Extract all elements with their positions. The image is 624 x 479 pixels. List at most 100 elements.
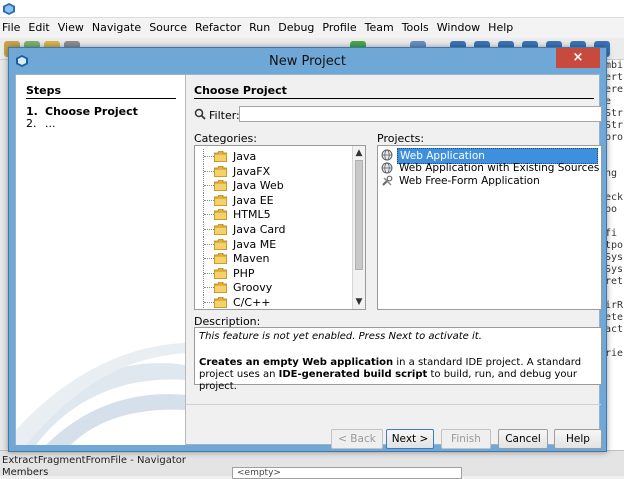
folder-icon — [214, 224, 227, 235]
code-line: ete — [605, 312, 624, 323]
menu-item-edit[interactable]: Edit — [24, 18, 53, 38]
code-line: act — [605, 324, 624, 335]
folder-icon — [214, 267, 227, 279]
cancel-button[interactable]: Cancel — [498, 429, 548, 449]
folder-icon — [214, 297, 227, 308]
close-button[interactable]: × — [556, 48, 600, 68]
finish-button[interactable]: Finish — [441, 429, 491, 449]
folder-icon — [214, 194, 227, 206]
category-item[interactable]: JavaFX — [199, 163, 349, 179]
code-line: irR — [605, 300, 624, 311]
category-label: JavaFX — [233, 164, 271, 178]
menu-item-run[interactable]: Run — [245, 18, 274, 38]
search-icon — [194, 108, 206, 120]
category-item[interactable]: Java — [199, 149, 349, 164]
steps-title: Steps — [26, 84, 62, 97]
scrollbar-thumb[interactable] — [355, 160, 363, 270]
category-label: Java ME — [233, 237, 277, 251]
menu-item-navigate[interactable]: Navigate — [88, 18, 145, 38]
menu-item-profile[interactable]: Profile — [318, 18, 360, 38]
menu-item-tools[interactable]: Tools — [398, 18, 433, 38]
globe-icon — [381, 162, 393, 174]
dialog-body: Steps 1. Choose Project 2.... Choose Proj… — [15, 74, 602, 449]
categories-tree[interactable]: C/C++ Groovy PHP Maven Java ME Java Card HTML5… — [194, 145, 366, 310]
category-item[interactable]: Maven — [199, 251, 349, 267]
category-item[interactable]: Groovy — [199, 280, 349, 296]
navigator-title: ExtractFragmentFromFile - Navigator — [2, 455, 186, 466]
menu-item-help[interactable]: Help — [484, 18, 517, 38]
code-line: po — [605, 204, 618, 215]
decorative-swoosh-graphic — [16, 343, 185, 445]
dialog-titlebar[interactable]: New Project × — [9, 48, 606, 74]
steps-panel: Steps 1. Choose Project 2.... — [16, 75, 186, 445]
step-number: 2. — [26, 117, 37, 130]
code-line: ret — [605, 276, 624, 287]
description-bold: IDE-generated build script — [278, 369, 428, 380]
code-line: Sys — [605, 264, 624, 275]
scroll-up-icon[interactable]: ▲ — [353, 146, 365, 160]
category-label: C/C++ — [233, 296, 271, 309]
help-button[interactable]: Help — [554, 429, 602, 449]
category-item[interactable]: HTML5 — [199, 207, 349, 223]
globe-icon — [381, 149, 393, 161]
category-label: Groovy — [233, 281, 273, 295]
members-combo[interactable]: <empty> — [232, 467, 462, 479]
code-line: pro — [605, 132, 624, 143]
filter-input[interactable] — [239, 106, 602, 122]
menu-item-refactor[interactable]: Refactor — [191, 18, 245, 38]
filter-label: Filter: — [209, 109, 240, 122]
code-line: tpo — [605, 240, 624, 251]
menu-item-debug[interactable]: Debug — [274, 18, 318, 38]
categories-scrollbar[interactable]: ▲ ▼ — [352, 146, 365, 309]
category-label: PHP — [233, 266, 255, 280]
code-line: ere — [605, 84, 624, 95]
page-title: Choose Project — [194, 84, 287, 97]
folder-icon — [214, 165, 227, 177]
navigator-panel: ExtractFragmentFromFile - Navigator Memb… — [0, 450, 624, 479]
category-item[interactable]: Java ME — [199, 236, 349, 252]
code-line: rie — [605, 348, 624, 359]
menu-item-view[interactable]: View — [54, 18, 88, 38]
folder-icon — [214, 282, 227, 294]
code-editor[interactable]: mbi ert ere e Str Str pro ng eck po fi tpo Sys Sys r… — [604, 60, 624, 450]
category-label: Java Card — [233, 223, 286, 236]
folder-icon — [214, 180, 227, 192]
tools-icon — [382, 175, 393, 186]
category-item[interactable]: Java Card — [199, 222, 349, 237]
menu-item-file[interactable]: File — [0, 18, 24, 38]
back-button[interactable]: < Back — [331, 429, 383, 449]
code-line: Str — [605, 120, 624, 131]
menu-item-source[interactable]: Source — [145, 18, 191, 38]
folder-icon — [214, 253, 227, 265]
projects-list[interactable]: Web Application Web Application with Exis… — [377, 145, 602, 310]
netbeans-logo-icon — [3, 3, 15, 15]
category-label: Maven — [233, 252, 270, 266]
divider — [26, 98, 176, 99]
menu-item-window[interactable]: Window — [433, 18, 484, 38]
next-button[interactable]: Next > — [386, 429, 434, 449]
description-box: This feature is not yet enabled. Press N… — [194, 327, 602, 392]
projects-label: Projects: — [377, 132, 425, 145]
category-label: Java EE — [233, 193, 274, 207]
description-bold: Creates an empty Web application — [199, 357, 394, 368]
step-label: ... — [45, 117, 56, 130]
category-item[interactable]: Java Web — [199, 178, 349, 194]
code-line: Str — [605, 108, 624, 119]
scroll-down-icon[interactable]: ▼ — [353, 295, 365, 309]
menu-item-team[interactable]: Team — [361, 18, 398, 38]
code-line: mbi — [605, 60, 624, 71]
folder-icon — [214, 238, 227, 250]
category-item[interactable]: PHP — [199, 265, 349, 281]
category-item[interactable]: C/C++ — [199, 295, 349, 309]
category-item[interactable]: Java EE — [199, 192, 349, 208]
project-label: Web Application with Existing Sources — [399, 162, 600, 174]
category-label: HTML5 — [233, 208, 271, 222]
description-text: Creates an empty Web application in a st… — [199, 357, 597, 393]
code-line: e — [605, 96, 612, 107]
code-line: ng — [605, 168, 618, 179]
